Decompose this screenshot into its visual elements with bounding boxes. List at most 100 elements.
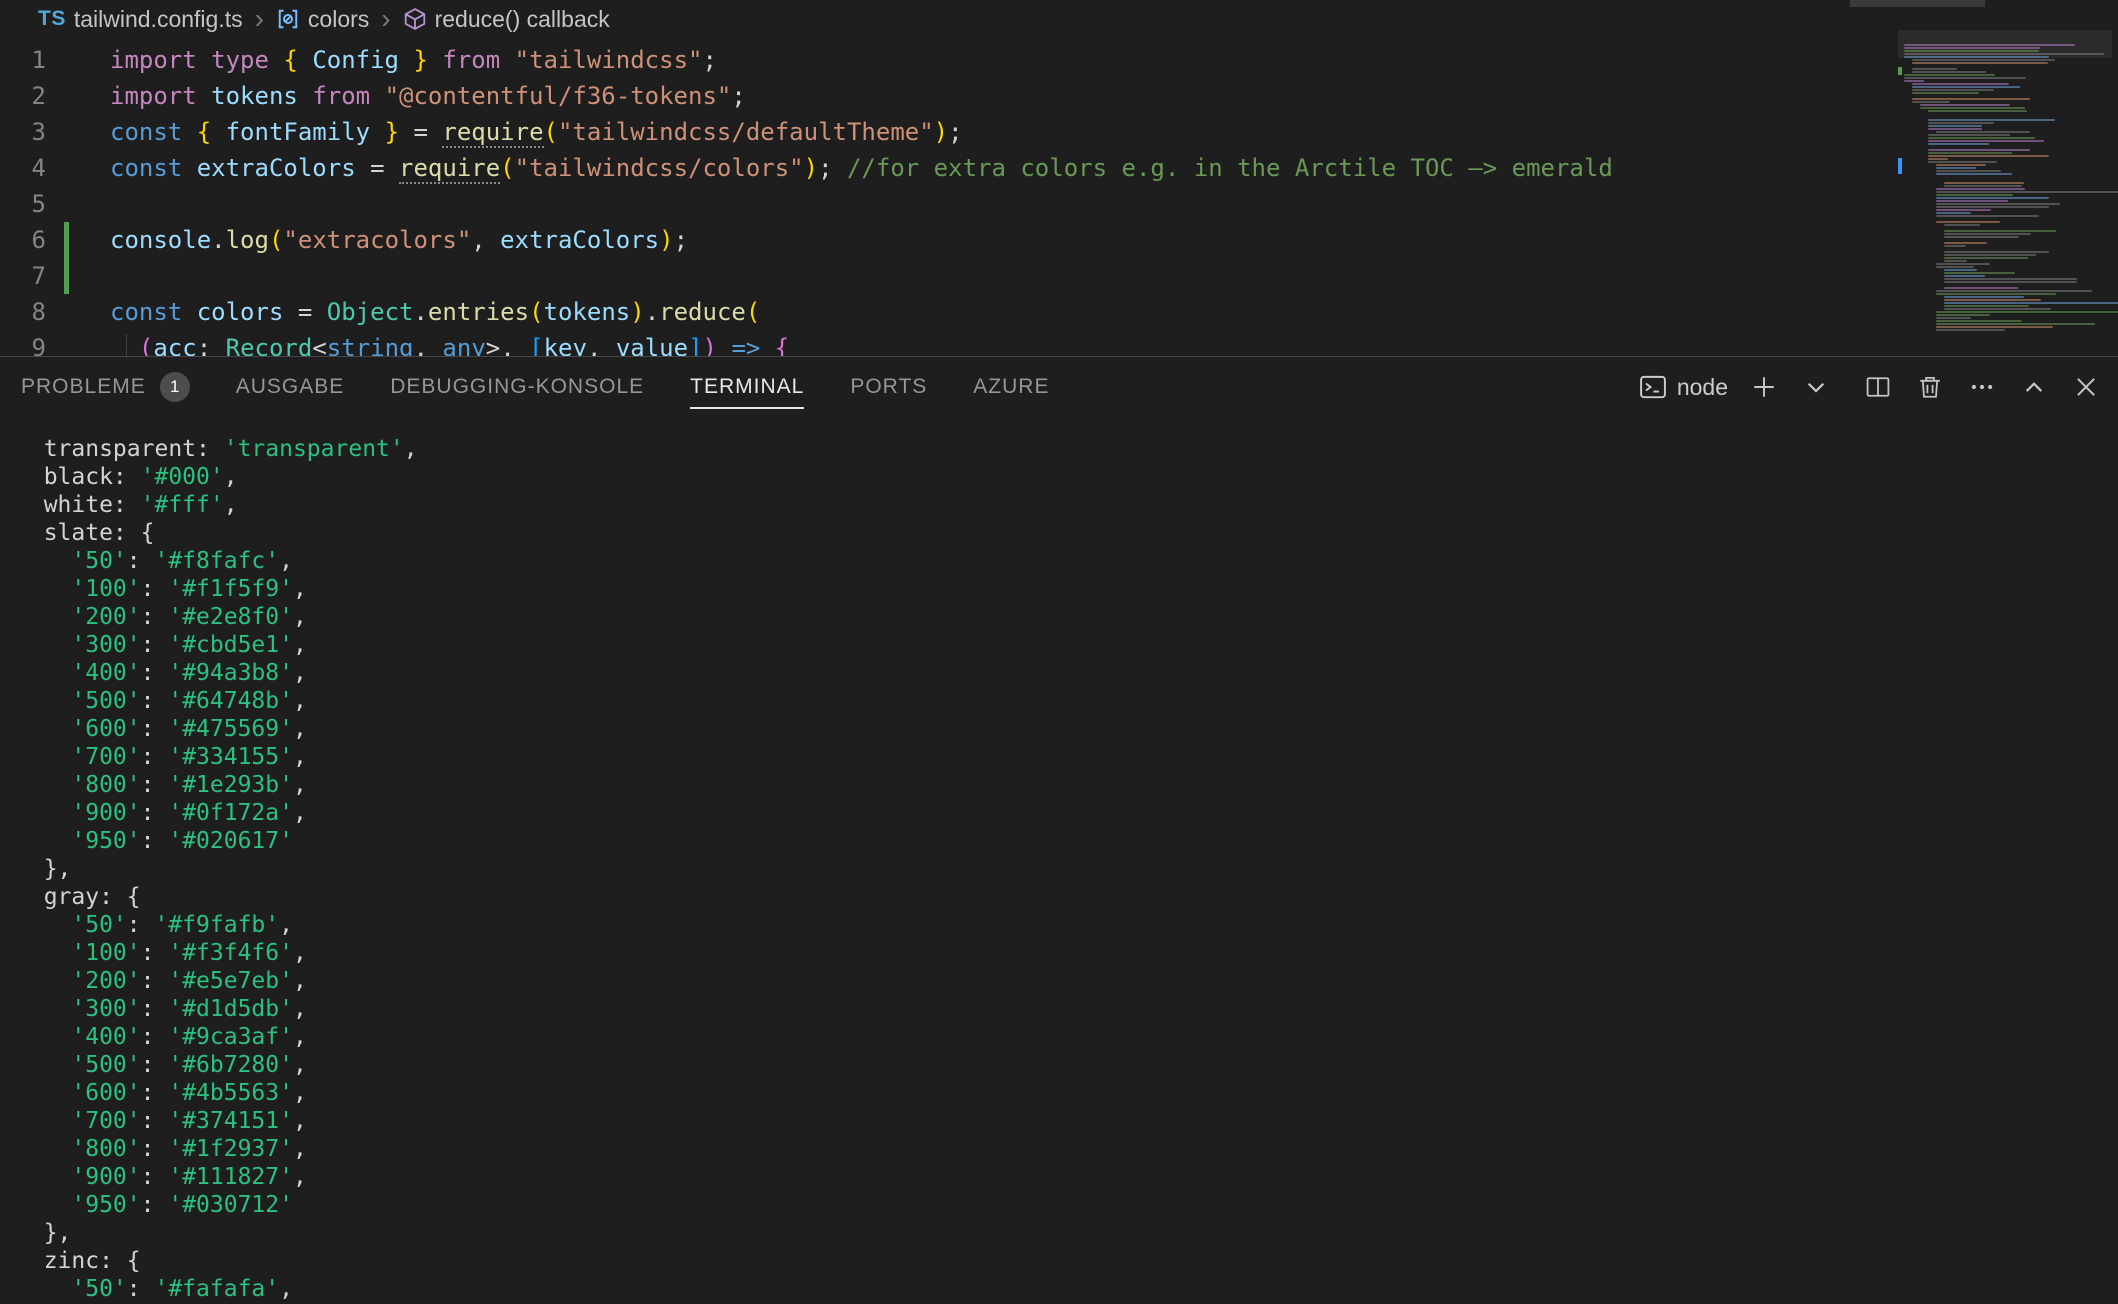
tab-terminal[interactable]: TERMINAL xyxy=(667,357,827,417)
ellipsis-icon xyxy=(1969,374,1995,400)
terminal-output[interactable]: transparent: 'transparent', black: '#000… xyxy=(0,417,2118,1304)
tab-label: PORTS xyxy=(850,375,927,399)
code-line-1[interactable]: 1import type { Config } from "tailwindcs… xyxy=(0,42,2118,78)
line-number: 2 xyxy=(0,78,46,114)
plus-icon xyxy=(1751,374,1777,400)
line-number: 5 xyxy=(0,186,46,222)
minimap[interactable] xyxy=(1898,30,2112,352)
close-panel-button[interactable] xyxy=(2070,371,2102,403)
symbol-object-icon xyxy=(403,7,427,31)
close-icon xyxy=(2073,374,2099,400)
code-line-4[interactable]: 4const extraColors = require("tailwindcs… xyxy=(0,150,2118,186)
breadcrumb-item-tailwind-config-ts[interactable]: TStailwind.config.ts xyxy=(38,6,243,33)
code-text xyxy=(46,258,110,294)
terminal-toolbar: node xyxy=(1639,371,2102,403)
tab-label: AZURE xyxy=(973,375,1049,399)
line-number: 3 xyxy=(0,114,46,150)
code-text: console.log("extracolors", extraColors); xyxy=(46,222,688,258)
terminal-line: '300': '#cbd5e1', xyxy=(16,631,2118,659)
new-terminal-button[interactable] xyxy=(1748,371,1780,403)
code-text: import tokens from "@contentful/f36-toke… xyxy=(46,78,746,114)
code-line-7[interactable]: 7 xyxy=(0,258,2118,294)
terminal-line: '400': '#94a3b8', xyxy=(16,659,2118,687)
code-text: import type { Config } from "tailwindcss… xyxy=(46,42,717,78)
maximize-panel-button[interactable] xyxy=(2018,371,2050,403)
chevron-up-icon xyxy=(2021,374,2047,400)
tab-label: PROBLEME xyxy=(21,375,146,399)
code-line-8[interactable]: 8const colors = Object.entries(tokens).r… xyxy=(0,294,2118,330)
terminal-profile-dropdown[interactable] xyxy=(1800,371,1832,403)
split-editor-icon xyxy=(1865,374,1891,400)
code-line-5[interactable]: 5 xyxy=(0,186,2118,222)
terminal-icon xyxy=(1639,373,1667,401)
breadcrumb: TStailwind.config.ts›colors›reduce() cal… xyxy=(0,0,2118,38)
tab-probleme[interactable]: PROBLEME1 xyxy=(21,357,213,417)
kill-terminal-button[interactable] xyxy=(1914,371,1946,403)
chevron-down-icon xyxy=(1803,374,1829,400)
breadcrumb-label: colors xyxy=(308,6,369,33)
code-line-2[interactable]: 2import tokens from "@contentful/f36-tok… xyxy=(0,78,2118,114)
code-text: const colors = Object.entries(tokens).re… xyxy=(46,294,760,330)
terminal-line: '700': '#374151', xyxy=(16,1107,2118,1135)
chevron-right-icon: › xyxy=(247,5,272,33)
terminal-line: '900': '#0f172a', xyxy=(16,799,2118,827)
panel-tabs: PROBLEME1 AUSGABE DEBUGGING-KONSOLE TERMINA… xyxy=(21,357,1072,417)
code-text: const { fontFamily } = require("tailwind… xyxy=(46,114,963,150)
terminal-line: black: '#000', xyxy=(16,463,2118,491)
terminal-line: slate: { xyxy=(16,519,2118,547)
terminal-line: '950': '#020617' xyxy=(16,827,2118,855)
more-actions-button[interactable] xyxy=(1966,371,1998,403)
tab-label: DEBUGGING-KONSOLE xyxy=(390,375,644,399)
terminal-line: '400': '#9ca3af', xyxy=(16,1023,2118,1051)
terminal-line: white: '#fff', xyxy=(16,491,2118,519)
code-line-6[interactable]: 6console.log("extracolors", extraColors)… xyxy=(0,222,2118,258)
breadcrumb-item-colors[interactable]: colors xyxy=(276,6,369,33)
code-text: const extraColors = require("tailwindcss… xyxy=(46,150,1613,186)
terminal-line: gray: { xyxy=(16,883,2118,911)
symbol-array-icon xyxy=(276,7,300,31)
code-area: 1import type { Config } from "tailwindcs… xyxy=(0,38,2118,356)
terminal-line: '950': '#030712' xyxy=(16,1191,2118,1219)
tab-debugging-konsole[interactable]: DEBUGGING-KONSOLE xyxy=(367,357,667,417)
code-line-3[interactable]: 3const { fontFamily } = require("tailwin… xyxy=(0,114,2118,150)
terminal-line: '800': '#1e293b', xyxy=(16,771,2118,799)
tab-azure[interactable]: AZURE xyxy=(950,357,1072,417)
terminal-line: zinc: { xyxy=(16,1247,2118,1275)
code-editor[interactable]: 1import type { Config } from "tailwindcs… xyxy=(0,38,2118,356)
chevron-right-icon: › xyxy=(373,5,398,33)
terminal-line: }, xyxy=(16,1219,2118,1247)
line-number: 8 xyxy=(0,294,46,330)
line-number: 4 xyxy=(0,150,46,186)
terminal-line: }, xyxy=(16,855,2118,883)
line-number: 1 xyxy=(0,42,46,78)
terminal-process-item[interactable]: node xyxy=(1639,373,1728,401)
terminal-line: '700': '#334155', xyxy=(16,743,2118,771)
breadcrumb-item-reduce-callback[interactable]: reduce() callback xyxy=(403,6,610,33)
terminal-line: '300': '#d1d5db', xyxy=(16,995,2118,1023)
line-number: 6 xyxy=(0,222,46,258)
gutter-change-indicator xyxy=(64,222,69,258)
minimap-modified-mark xyxy=(1898,158,1902,174)
tab-ports[interactable]: PORTS xyxy=(827,357,950,417)
minimap-added-mark xyxy=(1898,67,1902,75)
trash-icon xyxy=(1917,374,1943,400)
terminal-line: '500': '#64748b', xyxy=(16,687,2118,715)
terminal-line: '100': '#f3f4f6', xyxy=(16,939,2118,967)
terminal-line: '50': '#f8fafc', xyxy=(16,547,2118,575)
bottom-panel: PROBLEME1 AUSGABE DEBUGGING-KONSOLE TERMINA… xyxy=(0,356,2118,1304)
breadcrumb-label: reduce() callback xyxy=(435,6,610,33)
tab-ausgabe[interactable]: AUSGABE xyxy=(213,357,368,417)
split-terminal-button[interactable] xyxy=(1862,371,1894,403)
ts-file-icon: TS xyxy=(38,7,66,31)
editor-scrollbar[interactable] xyxy=(1850,0,1985,7)
code-text xyxy=(46,186,110,222)
terminal-process-label: node xyxy=(1677,374,1728,401)
code-line-9[interactable]: 9 (acc: Record<string, any>, [key, value… xyxy=(0,330,2118,356)
tab-label: AUSGABE xyxy=(236,375,345,399)
minimap-code xyxy=(1898,44,2112,332)
terminal-line: '800': '#1f2937', xyxy=(16,1135,2118,1163)
terminal-line: '600': '#475569', xyxy=(16,715,2118,743)
gutter-change-indicator xyxy=(64,258,69,294)
terminal-line: '50': '#fafafa', xyxy=(16,1275,2118,1303)
terminal-line: '900': '#111827', xyxy=(16,1163,2118,1191)
